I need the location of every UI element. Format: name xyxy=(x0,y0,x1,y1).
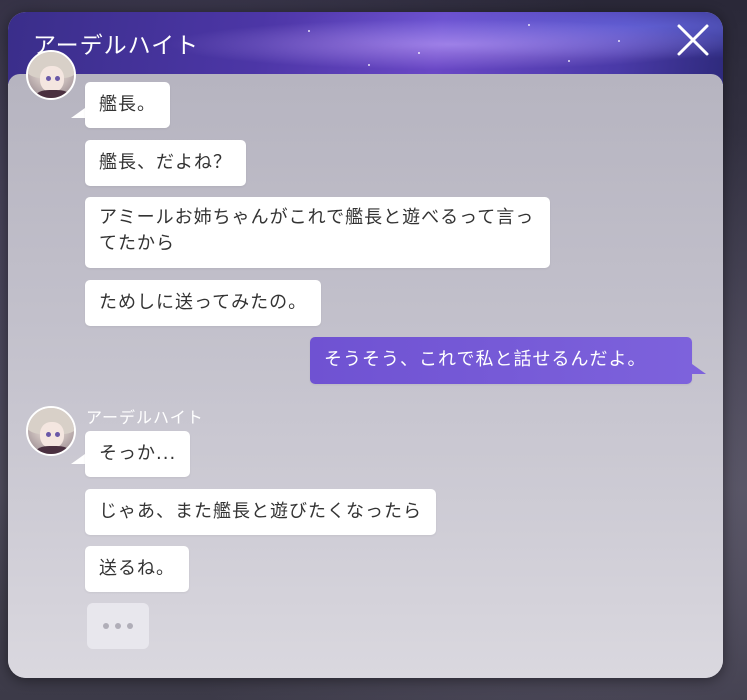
message-text: そうそう、これで私と話せるんだよ。 xyxy=(324,349,647,370)
star-decoration xyxy=(568,60,570,62)
message-bubble: 艦長、だよね？ xyxy=(85,140,246,186)
bubble-tail xyxy=(71,108,85,118)
message-bubble: 送るね。 xyxy=(85,546,189,592)
message-text: ためしに送ってみたの。 xyxy=(99,292,308,313)
typing-dot xyxy=(103,623,109,629)
message-text: 艦長。 xyxy=(99,94,156,115)
bubble-tail xyxy=(71,454,85,464)
message-list[interactable]: 艦長。 艦長、だよね？ アミールお姉ちゃんがこれで艦長と遊べるって言ってたから … xyxy=(8,50,723,678)
star-decoration xyxy=(368,64,370,66)
star-decoration xyxy=(418,52,420,54)
close-button[interactable] xyxy=(675,22,711,58)
message-text: 艦長、だよね？ xyxy=(99,152,232,173)
message-bubble: アミールお姉ちゃんがこれで艦長と遊べるって言ってたから xyxy=(85,197,550,268)
message-text: アミールお姉ちゃんがこれで艦長と遊べるって言ってたから xyxy=(99,207,535,254)
typing-dot xyxy=(115,623,121,629)
sender-name: アーデルハイト xyxy=(86,408,204,427)
close-icon xyxy=(677,24,709,56)
message-text: じゃあ、また艦長と遊びたくなったら xyxy=(99,501,422,522)
message-text: 送るね。 xyxy=(99,558,175,579)
typing-dot xyxy=(127,623,133,629)
avatar xyxy=(26,406,76,456)
star-decoration xyxy=(528,24,530,26)
message-bubble: じゃあ、また艦長と遊びたくなったら xyxy=(85,489,436,535)
message-bubble: 艦長。 xyxy=(85,82,170,128)
message-bubble: ためしに送ってみたの。 xyxy=(85,280,322,326)
star-decoration xyxy=(618,40,620,42)
typing-indicator xyxy=(87,603,149,649)
avatar xyxy=(26,50,76,100)
bubble-tail xyxy=(692,364,706,374)
chat-window: アーデルハイト 艦長。 艦長、だよね？ アミールお姉ちゃんがこれで艦長と遊べるっ… xyxy=(8,12,723,678)
message-text: そっか... xyxy=(99,443,177,464)
star-decoration xyxy=(308,30,310,32)
message-bubble: そっか... xyxy=(85,431,191,477)
my-message-bubble: そうそう、これで私と話せるんだよ。 xyxy=(310,337,692,384)
